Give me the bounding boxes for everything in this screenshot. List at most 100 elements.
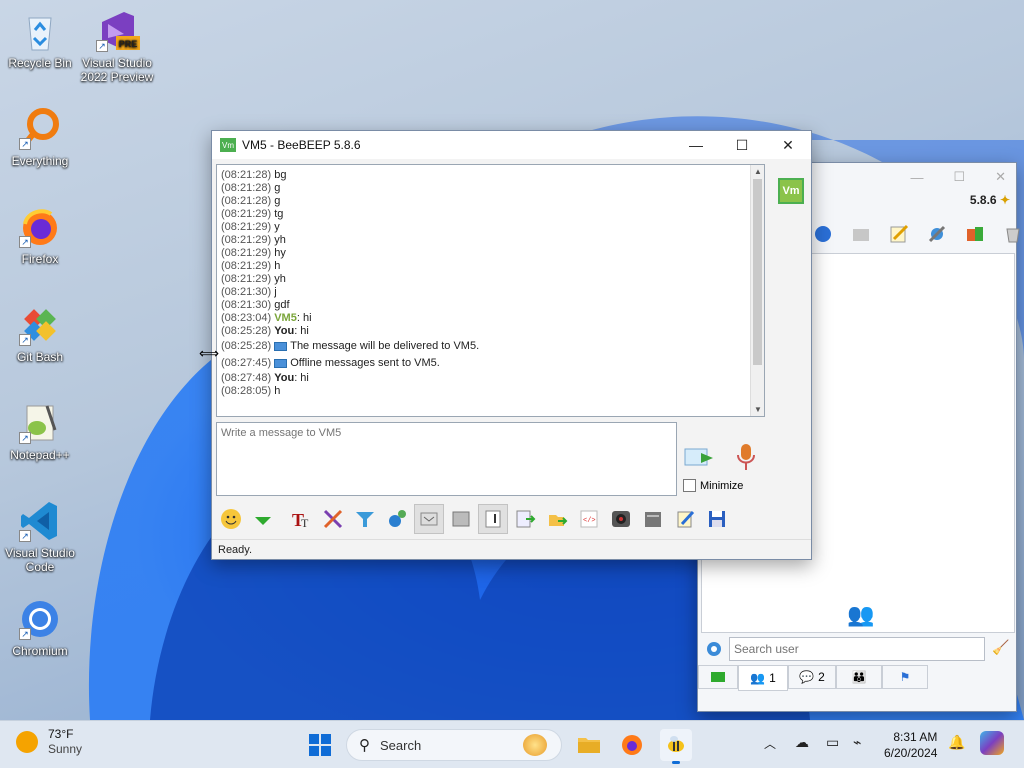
chat-message: (08:28:05) h (217, 385, 764, 398)
minimize-button[interactable]: — (673, 131, 719, 159)
voice-message-icon[interactable] (732, 441, 760, 473)
shortcut-arrow-icon: ↗ (19, 432, 31, 444)
message-timestamp: (08:28:05) (221, 385, 272, 397)
recycle-bin-icon (28, 17, 52, 51)
scroll-up-arrow-icon[interactable]: ▲ (754, 167, 762, 176)
export-icon[interactable] (510, 504, 540, 534)
tab-groups[interactable]: 👪 (836, 665, 882, 689)
tab-chats[interactable]: 💬 2 (788, 665, 836, 689)
firefox-taskbar-button[interactable] (616, 729, 648, 761)
trash-icon[interactable] (998, 219, 1024, 249)
show-hidden-icons-chevron-icon[interactable]: ︿ (764, 735, 776, 752)
users-tab-icon: 👥 (750, 671, 766, 685)
desktop-icon-firefox[interactable]: ↗ Firefox (0, 204, 80, 266)
settings-gears-icon[interactable] (382, 504, 412, 534)
close-button[interactable]: ✕ (765, 131, 811, 159)
font-icon[interactable]: TT (286, 504, 316, 534)
edit-icon[interactable] (670, 504, 700, 534)
system-message: (08:25:28) The message will be delivered… (217, 338, 764, 355)
tools-icon[interactable] (922, 219, 952, 249)
maximize-button[interactable]: ☐ (719, 131, 765, 159)
message-text: j (274, 286, 277, 298)
notification-bell-icon[interactable]: 🔔 (948, 734, 965, 751)
shortcut-arrow-icon: ↗ (19, 530, 31, 542)
minimize-label: Minimize (700, 479, 744, 492)
desktop-icon-notepad-plus-plus[interactable]: ↗ Notepad++ (0, 400, 80, 462)
desktop-icon-recycle-bin[interactable]: Recycle Bin (0, 8, 80, 70)
broom-icon[interactable]: 🧹 (992, 639, 1009, 656)
share-icon: ⚑ (899, 670, 911, 684)
plugins-icon[interactable] (960, 219, 990, 249)
screenshot-icon[interactable] (446, 504, 476, 534)
chat-scrollbar[interactable]: ▲ ▼ (750, 165, 764, 416)
network-status-icon[interactable]: ⌁ (853, 734, 861, 751)
network-icon[interactable] (808, 219, 838, 249)
resize-cursor-icon: ⟺ (199, 345, 220, 361)
message-timestamp: (08:21:29) (221, 221, 272, 233)
minimize-icon[interactable]: — (910, 170, 923, 185)
message-text: g (274, 195, 281, 207)
tab-shares[interactable]: ⚑ (882, 665, 928, 689)
message-input[interactable] (216, 422, 677, 496)
message-timestamp: (08:27:45) (221, 357, 272, 369)
tab-status[interactable] (698, 665, 738, 689)
webcam-icon[interactable] (606, 504, 636, 534)
clock-date: 6/20/2024 (884, 746, 938, 760)
send-message-icon[interactable] (683, 443, 717, 473)
chat-message: (08:21:30) gdf (217, 299, 764, 312)
message-text: y (274, 221, 280, 233)
color-icon[interactable] (318, 504, 348, 534)
weather-widget[interactable]: 73°F Sunny (16, 727, 82, 757)
envelope-icon (274, 341, 288, 351)
display-icon[interactable]: ▭ (826, 734, 839, 751)
user-avatar[interactable]: Vm (778, 178, 804, 204)
edit-note-icon[interactable] (884, 219, 914, 249)
save-disk-icon[interactable] (702, 504, 732, 534)
save-chat-icon[interactable] (414, 504, 444, 534)
close-icon[interactable]: ✕ (995, 169, 1006, 185)
minimize-checkbox[interactable] (683, 479, 696, 492)
scroll-thumb[interactable] (753, 179, 762, 365)
message-text: g (274, 182, 281, 194)
svg-text:</>: </> (583, 517, 596, 525)
dev-home-preview-icon[interactable] (980, 731, 1004, 755)
notes-icon[interactable] (478, 504, 508, 534)
desktop-icon-visual-studio-2022-preview[interactable]: PRE ↗ Visual Studio 2022 Preview (77, 8, 157, 84)
desktop-icon-everything[interactable]: ↗ Everything (0, 106, 80, 168)
folder-icon (578, 738, 600, 753)
maximize-icon[interactable]: ☐ (953, 169, 965, 185)
chat-message: (08:21:29) tg (217, 208, 764, 221)
desktop-icon-label: Git Bash (16, 350, 64, 364)
onedrive-offline-icon[interactable]: ☁ (795, 734, 809, 751)
chat-message: (08:23:04) VM5: hi (217, 312, 764, 325)
taskbar-search[interactable]: ⚲ Search (346, 729, 562, 761)
beebeep-taskbar-button[interactable] (660, 729, 692, 764)
history-icon[interactable] (638, 504, 668, 534)
emoticon-icon[interactable] (216, 504, 246, 534)
clock[interactable]: 8:31 AM 6/20/2024 (884, 729, 937, 761)
emoji-selector-icon[interactable] (248, 504, 278, 534)
desktop-icon-chromium[interactable]: ↗ Chromium (0, 596, 80, 658)
desktop-icon-git-bash[interactable]: ↗ Git Bash (0, 302, 80, 364)
status-network-icon[interactable] (704, 639, 724, 659)
filter-icon[interactable] (350, 504, 380, 534)
message-timestamp: (08:21:30) (221, 286, 272, 298)
file-explorer-button[interactable] (573, 729, 605, 761)
desktop-icon-label: Notepad++ (10, 448, 70, 462)
chat-message: (08:25:28) You: hi (217, 325, 764, 338)
desktop-icon-label: Everything (11, 154, 69, 168)
message-sender: You (274, 372, 295, 384)
scroll-down-arrow-icon[interactable]: ▼ (754, 405, 762, 414)
send-file-icon[interactable] (542, 504, 572, 534)
mailbox-icon[interactable] (846, 219, 876, 249)
desktop-icon-visual-studio-code[interactable]: ↗ Visual Studio Code (0, 498, 80, 574)
start-button[interactable] (304, 729, 336, 761)
message-timestamp: (08:21:30) (221, 299, 272, 311)
shortcut-arrow-icon: ↗ (96, 40, 108, 52)
html-code-icon[interactable]: </> (574, 504, 604, 534)
search-user-input[interactable] (729, 637, 985, 661)
tab-users[interactable]: 👥 1 (738, 665, 788, 691)
message-text: bg (274, 169, 287, 181)
taskbar: 73°F Sunny ⚲ Search ︿ ☁ ▭ ⌁ 8:31 AM 6/20… (0, 720, 1024, 768)
chat-message: (08:21:29) hy (217, 247, 764, 260)
